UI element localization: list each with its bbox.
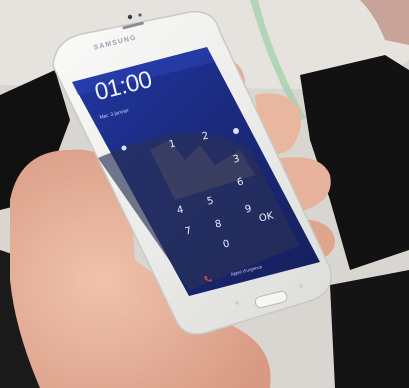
- camera-shortcut-icon[interactable]: [233, 128, 239, 134]
- front-camera: [127, 14, 133, 20]
- recent-apps-key[interactable]: [235, 301, 239, 305]
- unlock-shortcut-icon[interactable]: [121, 145, 127, 151]
- black-mat-bottom: [330, 270, 409, 388]
- back-key[interactable]: [299, 284, 303, 288]
- photo-scene: [0, 0, 409, 388]
- sensor: [138, 13, 142, 17]
